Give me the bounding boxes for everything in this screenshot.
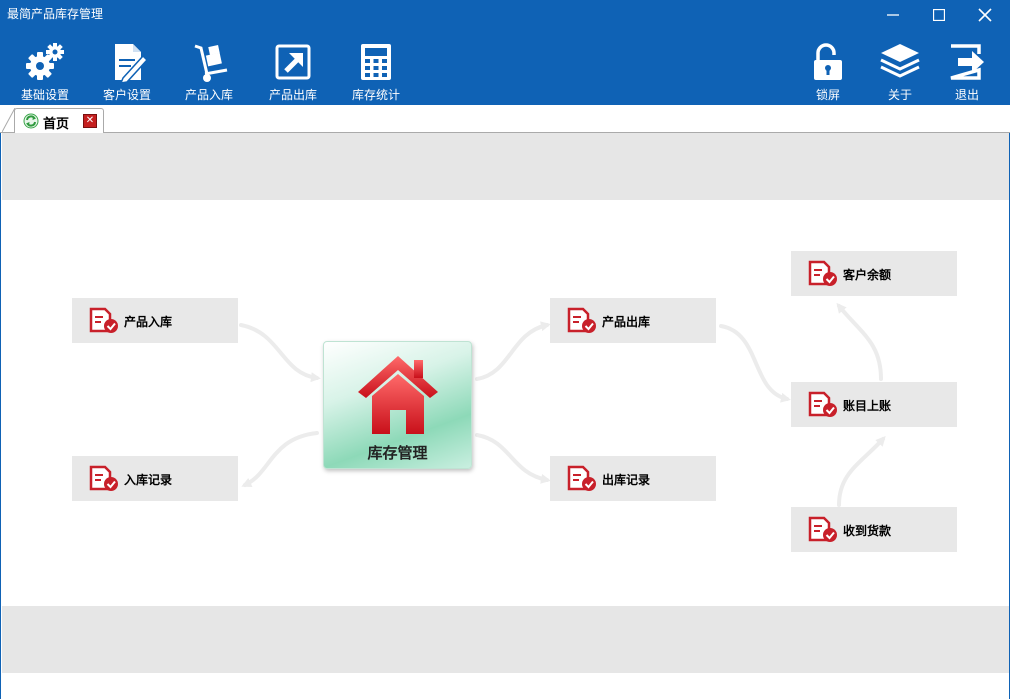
tab-home-label: 首页 <box>43 117 70 132</box>
maximize-button[interactable] <box>916 0 962 30</box>
toolbar-label: 关于 <box>887 88 912 102</box>
arrow-center-to-out <box>475 321 551 381</box>
arrow-center-to-inrecord <box>241 431 319 488</box>
node-product-in[interactable]: 产品入库 <box>72 298 238 343</box>
inventory-statistics-button[interactable]: 库存统计 <box>341 30 411 105</box>
node-label: 账目上账 <box>843 399 892 413</box>
node-label: 产品入库 <box>124 315 173 329</box>
about-button[interactable]: 关于 <box>865 30 935 105</box>
toolbar-label: 锁屏 <box>815 88 840 102</box>
exit-icon <box>945 40 989 84</box>
customer-settings-button[interactable]: 客户设置 <box>92 30 162 105</box>
basic-settings-button[interactable]: 基础设置 <box>10 30 80 105</box>
home-icon <box>358 356 438 434</box>
tab-close-icon[interactable]: ✕ <box>83 114 97 128</box>
tab-strip: 首页 ✕ <box>0 105 1010 133</box>
close-icon <box>978 8 992 22</box>
node-product-out[interactable]: 产品出库 <box>550 298 716 343</box>
toolbar-label: 基础设置 <box>20 88 69 102</box>
toolbar-label: 产品入库 <box>184 88 233 102</box>
node-out-record[interactable]: 出库记录 <box>550 456 716 501</box>
gears-icon <box>23 40 67 84</box>
arrow-center-to-outrecord <box>475 433 551 484</box>
inventory-management-card[interactable]: 库存管理 <box>323 341 472 469</box>
node-account-post[interactable]: 账目上账 <box>791 382 957 427</box>
node-receive-payment[interactable]: 收到货款 <box>791 507 957 552</box>
toolbar-label: 退出 <box>954 88 979 102</box>
layers-icon <box>878 40 922 84</box>
checklist-icon <box>808 260 837 286</box>
node-in-record[interactable]: 入库记录 <box>72 456 238 501</box>
toolbar-label: 客户设置 <box>102 88 151 102</box>
product-inbound-button[interactable]: 产品入库 <box>174 30 244 105</box>
maximize-icon <box>933 9 945 21</box>
app-title: 最简产品库存管理 <box>7 7 104 21</box>
dashboard-content: 库存管理 产品入库 入库记录 产品出库 出库记录 客户余额 账目上账 收到货款 <box>0 133 1010 699</box>
close-button[interactable] <box>962 0 1008 30</box>
exit-button[interactable]: 退出 <box>932 30 1002 105</box>
checklist-icon <box>567 307 596 333</box>
document-pen-icon <box>105 40 149 84</box>
node-label: 产品出库 <box>602 315 651 329</box>
arrow-account-to-balance <box>836 302 883 381</box>
node-customer-balance[interactable]: 客户余额 <box>791 251 957 296</box>
arrow-out-to-account <box>719 324 791 403</box>
hand-truck-icon <box>187 40 231 84</box>
minimize-button[interactable] <box>870 0 916 30</box>
toolbar-label: 产品出库 <box>268 88 317 102</box>
inventory-management-label: 库存管理 <box>367 444 428 462</box>
node-label: 入库记录 <box>124 473 173 487</box>
checklist-icon <box>808 516 837 542</box>
tab-home[interactable]: 首页 ✕ <box>14 108 104 133</box>
checklist-icon <box>89 465 118 491</box>
node-label: 收到货款 <box>843 524 892 538</box>
node-label: 客户余额 <box>843 268 892 282</box>
bottom-band <box>2 606 1009 673</box>
calculator-icon <box>354 40 398 84</box>
unlock-icon <box>806 40 850 84</box>
checklist-icon <box>89 307 118 333</box>
title-bar: 最简产品库存管理 <box>0 0 1010 30</box>
toolbar: 基础设置 客户设置 产品入库 产品出库 库存统计 锁屏 关于 退出 <box>0 30 1010 105</box>
refresh-home-icon <box>23 113 39 129</box>
toolbar-label: 库存统计 <box>351 88 400 102</box>
product-outbound-button[interactable]: 产品出库 <box>258 30 328 105</box>
checklist-icon <box>567 465 596 491</box>
arrow-in-to-center <box>239 323 321 383</box>
node-label: 出库记录 <box>602 473 651 487</box>
arrow-payment-to-account <box>837 436 886 507</box>
lock-screen-button[interactable]: 锁屏 <box>793 30 863 105</box>
minimize-icon <box>887 14 899 16</box>
export-arrow-icon <box>271 40 315 84</box>
checklist-icon <box>808 391 837 417</box>
